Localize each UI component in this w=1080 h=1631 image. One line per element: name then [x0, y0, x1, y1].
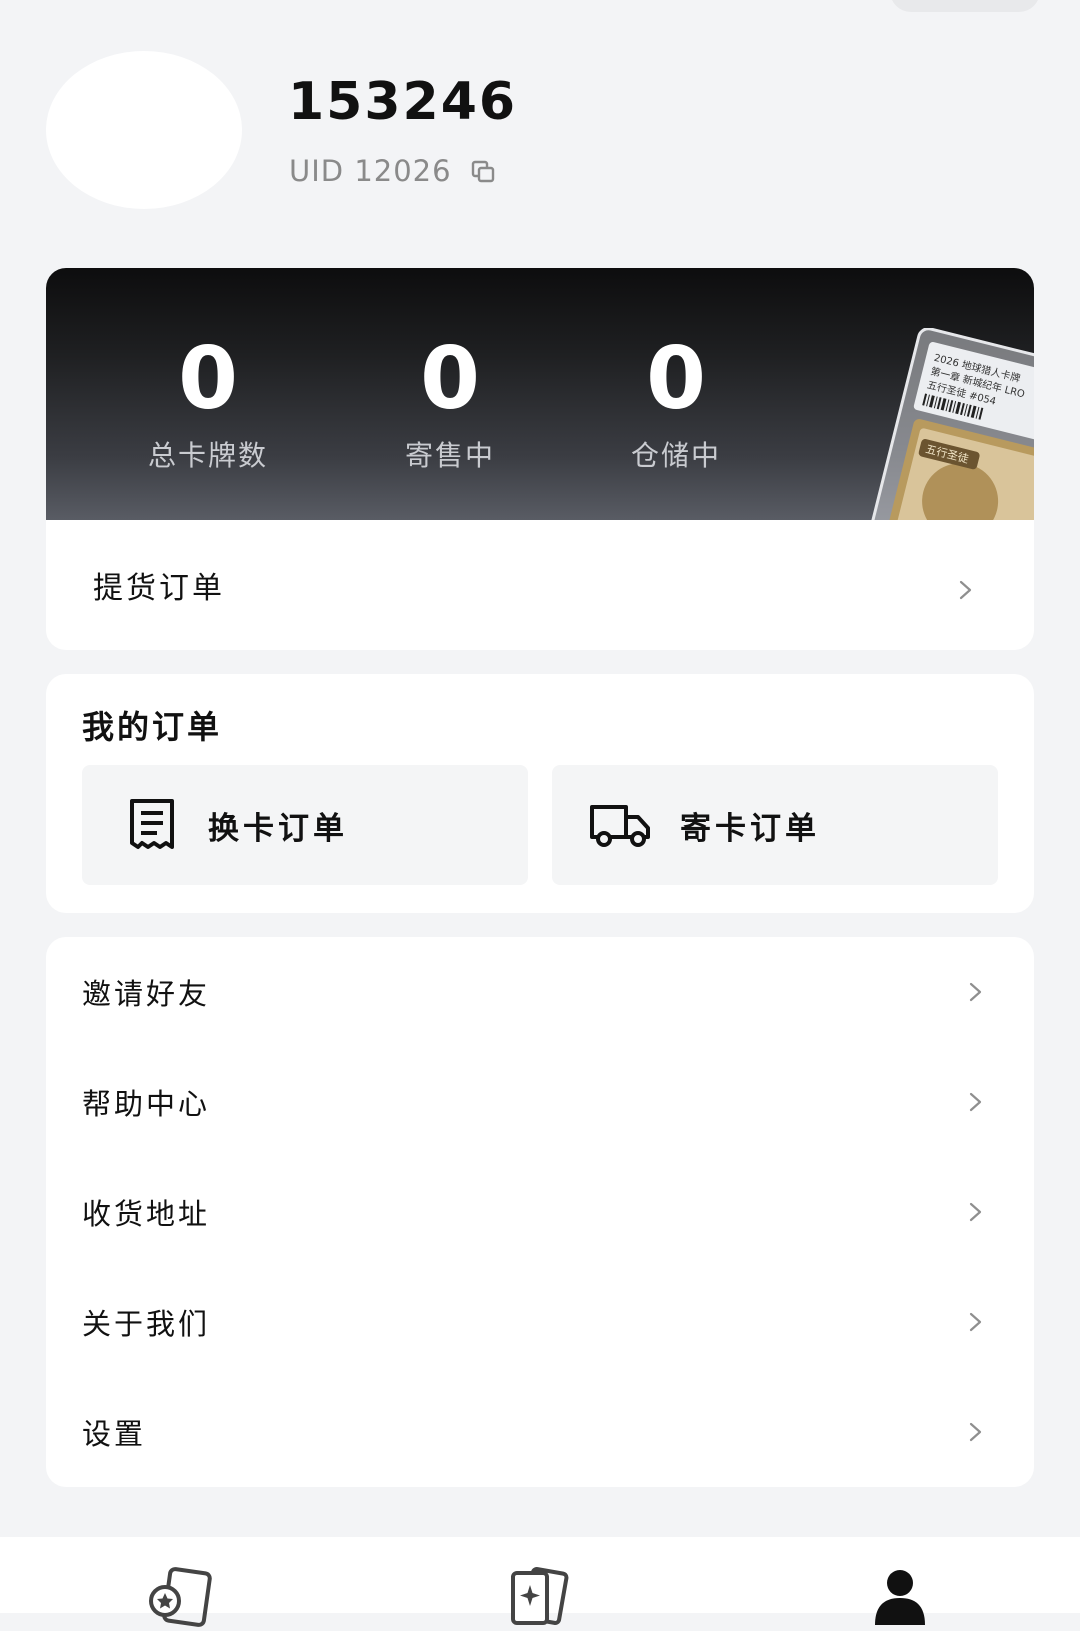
graded-card-slab-image: 2026 地球猎人卡牌 第一章 新城纪年 LRO 五行圣徒 #054 五行圣徒 — [854, 327, 1034, 520]
avatar[interactable] — [46, 51, 242, 209]
truck-icon — [588, 797, 652, 853]
chevron-right-icon — [954, 574, 976, 600]
stats-card: 0 总卡牌数 0 寄售中 0 仓储中 2026 地球猎人卡牌 第一章 新城纪年 … — [46, 268, 1034, 650]
chevron-right-icon — [964, 981, 986, 1003]
exchange-order-button[interactable]: 换卡订单 — [82, 765, 528, 885]
chevron-right-icon — [964, 1091, 986, 1113]
username: 153246 — [288, 72, 518, 132]
my-orders-card: 我的订单 换卡订单 寄卡订单 — [46, 674, 1034, 913]
top-action-pill[interactable] — [890, 0, 1040, 12]
my-orders-title: 我的订单 — [82, 708, 223, 746]
nav-card-collection[interactable] — [505, 1567, 575, 1627]
bottom-nav — [0, 1537, 1080, 1627]
pickup-order-row[interactable]: 提货订单 — [46, 520, 1034, 650]
copy-icon[interactable] — [470, 158, 496, 184]
receipt-icon — [124, 797, 188, 853]
stats-banner: 0 总卡牌数 0 寄售中 0 仓储中 2026 地球猎人卡牌 第一章 新城纪年 … — [46, 268, 1034, 520]
stat-value: 0 — [646, 329, 706, 429]
menu-item-label: 收货地址 — [82, 1197, 211, 1231]
stat-in-storage[interactable]: 0 仓储中 — [576, 334, 776, 474]
uid-row: UID 12026 — [289, 154, 496, 188]
stat-label: 寄售中 — [404, 439, 495, 472]
menu-item-label: 关于我们 — [82, 1307, 211, 1341]
menu-item-about-us[interactable]: 关于我们 — [46, 1267, 1034, 1377]
uid-text: UID 12026 — [289, 154, 452, 188]
stat-label: 总卡牌数 — [147, 439, 268, 472]
stat-value: 0 — [178, 329, 238, 429]
stat-label: 仓储中 — [630, 439, 721, 472]
menu-item-label: 邀请好友 — [82, 977, 211, 1011]
stat-consigning[interactable]: 0 寄售中 — [350, 334, 550, 474]
menu-item-invite-friends[interactable]: 邀请好友 — [46, 937, 1034, 1047]
menu-item-help-center[interactable]: 帮助中心 — [46, 1047, 1034, 1157]
menu-item-label: 帮助中心 — [82, 1087, 211, 1121]
card-draw-icon — [145, 1567, 215, 1631]
pickup-order-label: 提货订单 — [93, 571, 225, 606]
stat-value: 0 — [420, 329, 480, 429]
nav-card-draw[interactable] — [145, 1567, 215, 1627]
menu-item-shipping-address[interactable]: 收货地址 — [46, 1157, 1034, 1267]
user-icon — [865, 1570, 935, 1631]
stat-total-cards[interactable]: 0 总卡牌数 — [108, 334, 308, 474]
send-card-order-button[interactable]: 寄卡订单 — [552, 765, 998, 885]
chevron-right-icon — [964, 1421, 986, 1443]
card-collection-icon — [505, 1567, 575, 1631]
chevron-right-icon — [964, 1311, 986, 1333]
send-card-order-label: 寄卡订单 — [680, 810, 820, 847]
menu-item-settings[interactable]: 设置 — [46, 1377, 1034, 1487]
menu-card: 邀请好友 帮助中心 收货地址 关于我们 设置 — [46, 937, 1034, 1487]
nav-profile[interactable] — [865, 1567, 935, 1627]
menu-item-label: 设置 — [82, 1417, 147, 1451]
exchange-order-label: 换卡订单 — [208, 810, 348, 847]
chevron-right-icon — [964, 1201, 986, 1223]
